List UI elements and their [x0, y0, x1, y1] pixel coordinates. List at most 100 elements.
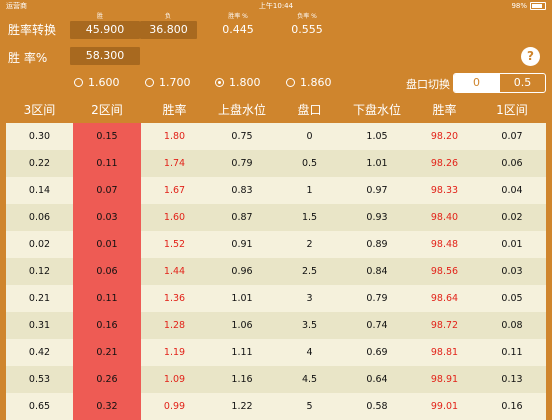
table-row[interactable]: 0.12 0.06 1.44 0.96 2.5 0.84 98.56 0.03 [6, 258, 546, 285]
segment-0[interactable]: 0 [454, 74, 499, 92]
table-cell: 0.01 [73, 231, 141, 258]
table-cell: 99.01 [430, 401, 459, 412]
table-cell: 1 [306, 185, 313, 196]
table-cell: 0.69 [366, 347, 388, 358]
help-button[interactable]: ? [521, 47, 540, 66]
table-row[interactable]: 0.22 0.11 1.74 0.79 0.5 1.01 98.26 0.06 [6, 150, 546, 177]
option-label: 1.600 [88, 76, 120, 89]
table-row[interactable]: 0.21 0.11 1.36 1.01 3 0.79 98.64 0.05 [6, 285, 546, 312]
table-row[interactable]: 0.65 0.32 0.99 1.22 5 0.58 99.01 0.16 [6, 393, 546, 420]
table-cell: 0.31 [28, 320, 51, 331]
table-cell: 0.87 [231, 212, 253, 223]
table-cell: 1.60 [163, 212, 186, 223]
table-cell: 0.04 [501, 185, 523, 196]
table-cell: 0.07 [73, 177, 141, 204]
table-cell: 0.06 [28, 212, 51, 223]
table-cell: 0.15 [73, 123, 141, 150]
table-cell: 0.11 [73, 285, 141, 312]
col-handicap: 盘口 [297, 103, 322, 117]
table-cell: 1.16 [231, 374, 253, 385]
table-cell: 1.19 [163, 347, 186, 358]
table-cell: 0.06 [501, 158, 523, 169]
table-cell: 98.33 [430, 185, 459, 196]
rate-label: 胜 率% [8, 51, 48, 65]
table-cell: 1.01 [366, 158, 388, 169]
table-row[interactable]: 0.53 0.26 1.09 1.16 4.5 0.64 98.91 0.13 [6, 366, 546, 393]
table-cell: 0.05 [501, 293, 523, 304]
odds-table: 0.30 0.15 1.80 0.75 0 1.05 98.20 0.07 0.22 0.11 1.… [6, 123, 546, 420]
rate-value-field[interactable]: 58.300 [70, 47, 140, 65]
table-cell: 0.02 [501, 212, 523, 223]
table-cell: 98.56 [430, 266, 459, 277]
segment-0-5[interactable]: 0.5 [499, 74, 545, 92]
table-cell: 3.5 [301, 320, 318, 331]
table-cell: 0.16 [73, 312, 141, 339]
table-cell: 0.99 [163, 401, 186, 412]
col-interval-2: 2区间 [91, 103, 123, 117]
table-cell: 0.79 [231, 158, 253, 169]
table-cell: 1.44 [163, 266, 186, 277]
table-cell: 1.74 [163, 158, 186, 169]
win-header: 胜 [96, 13, 103, 20]
table-row[interactable]: 0.02 0.01 1.52 0.91 2 0.89 98.48 0.01 [6, 231, 546, 258]
battery-indicator: 98% [511, 0, 546, 12]
win-rate-value: 0.445 [222, 23, 254, 36]
table-cell: 1.11 [231, 347, 253, 358]
option-1860[interactable]: 1.860 [286, 76, 332, 89]
col-interval-1: 1区间 [496, 103, 528, 117]
odds-options: 1.600 1.700 1.800 1.860 盘口切换 0 0.5 [0, 73, 552, 93]
table-cell: 3 [306, 293, 313, 304]
table-cell: 0.26 [73, 366, 141, 393]
table-row[interactable]: 0.42 0.21 1.19 1.11 4 0.69 98.81 0.11 [6, 339, 546, 366]
table-cell: 98.20 [430, 131, 459, 142]
table-cell: 0.64 [366, 374, 388, 385]
table-cell: 0.03 [501, 266, 523, 277]
table-cell: 0.91 [231, 239, 253, 250]
handicap-segmented-control: 0 0.5 [453, 73, 546, 93]
table-row[interactable]: 0.31 0.16 1.28 1.06 3.5 0.74 98.72 0.08 [6, 312, 546, 339]
table-cell: 0 [306, 131, 313, 142]
option-1800[interactable]: 1.800 [215, 76, 261, 89]
lose-header: 负 [164, 13, 171, 20]
table-cell: 0.58 [366, 401, 388, 412]
option-1700[interactable]: 1.700 [145, 76, 191, 89]
radio-selected-icon [215, 78, 224, 87]
table-row[interactable]: 0.14 0.07 1.67 0.83 1 0.97 98.33 0.04 [6, 177, 546, 204]
col-interval-3: 3区间 [23, 103, 56, 117]
table-cell: 0.22 [28, 158, 51, 169]
convert-label: 胜率转换 [8, 23, 57, 37]
table-cell: 4.5 [301, 374, 318, 385]
col-win-rate-up: 胜率 [162, 103, 187, 117]
table-cell: 0.42 [28, 347, 51, 358]
option-1600[interactable]: 1.600 [74, 76, 120, 89]
table-row[interactable]: 0.30 0.15 1.80 0.75 0 1.05 98.20 0.07 [6, 123, 546, 150]
col-lower-water: 下盘水位 [352, 103, 401, 117]
win-value-field[interactable]: 45.900 [70, 21, 140, 39]
table-cell: 1.52 [163, 239, 186, 250]
table-row[interactable]: 0.06 0.03 1.60 0.87 1.5 0.93 98.40 0.02 [6, 204, 546, 231]
table-cell: 0.83 [231, 185, 253, 196]
table-cell: 1.67 [163, 185, 186, 196]
radio-icon [145, 78, 154, 87]
table-cell: 0.79 [366, 293, 388, 304]
table-cell: 1.80 [163, 131, 186, 142]
table-cell: 0.16 [501, 401, 523, 412]
table-cell: 0.13 [501, 374, 523, 385]
table-cell: 0.06 [73, 258, 141, 285]
option-label: 1.860 [300, 76, 332, 89]
table-cell: 0.65 [28, 401, 51, 412]
table-cell: 0.07 [501, 131, 523, 142]
table-cell: 0.89 [366, 239, 388, 250]
radio-icon [74, 78, 83, 87]
table-cell: 0.03 [73, 204, 141, 231]
lose-rate-value: 0.555 [291, 23, 323, 36]
lose-value-field[interactable]: 36.800 [140, 21, 197, 39]
table-cell: 0.53 [28, 374, 51, 385]
table-cell: 0.21 [28, 293, 51, 304]
table-cell: 1.01 [231, 293, 253, 304]
table-cell: 1.05 [366, 131, 388, 142]
table-cell: 0.11 [501, 347, 523, 358]
table-cell: 0.93 [366, 212, 388, 223]
table-cell: 98.91 [430, 374, 459, 385]
col-win-rate-down: 胜率 [432, 103, 457, 117]
